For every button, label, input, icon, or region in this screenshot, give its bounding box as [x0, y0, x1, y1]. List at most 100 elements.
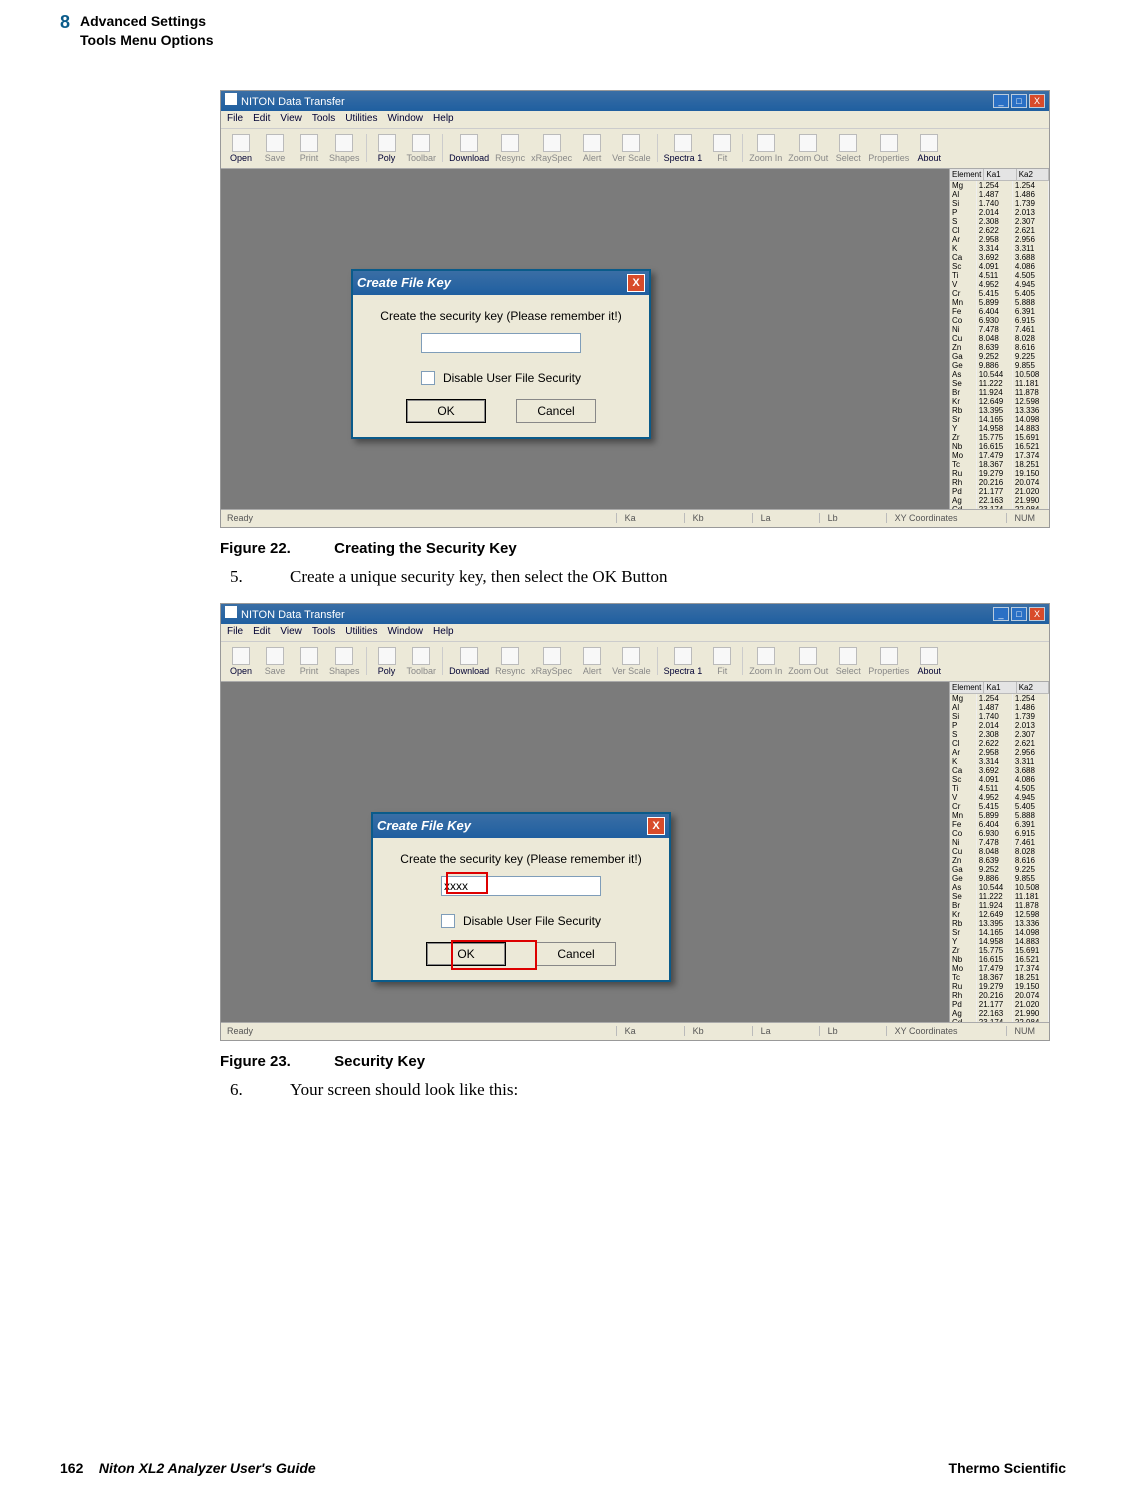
toolbar-item-print[interactable]: Print — [295, 647, 323, 676]
dialog-close-button[interactable]: X — [627, 274, 645, 292]
table-row[interactable]: Ca3.6923.688 — [950, 766, 1049, 775]
window-close-button[interactable]: X — [1029, 607, 1045, 621]
toolbar-item-properties[interactable]: Properties — [868, 647, 909, 676]
toolbar-item-shapes[interactable]: Shapes — [329, 647, 360, 676]
table-row[interactable]: Kr12.64912.598 — [950, 910, 1049, 919]
table-row[interactable]: Mo17.47917.374 — [950, 964, 1049, 973]
menu-item-help[interactable]: Help — [433, 626, 454, 639]
toolbar-item-properties[interactable]: Properties — [868, 134, 909, 163]
table-row[interactable]: Kr12.64912.598 — [950, 397, 1049, 406]
table-row[interactable]: Br11.92411.878 — [950, 901, 1049, 910]
table-row[interactable]: Ti4.5114.505 — [950, 271, 1049, 280]
table-row[interactable]: Nb16.61516.521 — [950, 442, 1049, 451]
toolbar-item-zoom-in[interactable]: Zoom In — [749, 134, 782, 163]
minimize-button[interactable]: _ — [993, 607, 1009, 621]
menu-item-view[interactable]: View — [280, 626, 302, 639]
column-header[interactable]: Element — [950, 169, 984, 180]
toolbar-item-zoom-in[interactable]: Zoom In — [749, 647, 782, 676]
toolbar-item-zoom-out[interactable]: Zoom Out — [788, 647, 828, 676]
menu-item-edit[interactable]: Edit — [253, 113, 270, 126]
table-row[interactable]: Tc18.36718.251 — [950, 460, 1049, 469]
toolbar-item-zoom-out[interactable]: Zoom Out — [788, 134, 828, 163]
menu-item-tools[interactable]: Tools — [312, 626, 335, 639]
table-row[interactable]: Cu8.0488.028 — [950, 847, 1049, 856]
table-row[interactable]: Ar2.9582.956 — [950, 235, 1049, 244]
toolbar-item-download[interactable]: Download — [449, 647, 489, 676]
minimize-button[interactable]: _ — [993, 94, 1009, 108]
toolbar-item-download[interactable]: Download — [449, 134, 489, 163]
table-row[interactable]: Mn5.8995.888 — [950, 811, 1049, 820]
disable-security-checkbox[interactable] — [421, 371, 435, 385]
table-row[interactable]: Se11.22211.181 — [950, 892, 1049, 901]
table-row[interactable]: Co6.9306.915 — [950, 316, 1049, 325]
toolbar-item-open[interactable]: Open — [227, 134, 255, 163]
table-row[interactable]: Ni7.4787.461 — [950, 838, 1049, 847]
table-row[interactable]: Tc18.36718.251 — [950, 973, 1049, 982]
table-row[interactable]: Y14.95814.883 — [950, 424, 1049, 433]
table-row[interactable]: Ag22.16321.990 — [950, 1009, 1049, 1018]
toolbar-item-toolbar[interactable]: Toolbar — [407, 647, 437, 676]
table-row[interactable]: Zn8.6398.616 — [950, 343, 1049, 352]
table-row[interactable]: Rb13.39513.336 — [950, 919, 1049, 928]
table-row[interactable]: S2.3082.307 — [950, 217, 1049, 226]
table-row[interactable]: Ga9.2529.225 — [950, 865, 1049, 874]
window-close-button[interactable]: X — [1029, 94, 1045, 108]
table-row[interactable]: Ru19.27919.150 — [950, 469, 1049, 478]
menu-item-window[interactable]: Window — [387, 113, 423, 126]
table-row[interactable]: As10.54410.508 — [950, 883, 1049, 892]
table-row[interactable]: K3.3143.311 — [950, 757, 1049, 766]
table-row[interactable]: Zn8.6398.616 — [950, 856, 1049, 865]
table-row[interactable]: Al1.4871.486 — [950, 703, 1049, 712]
toolbar-item-alert[interactable]: Alert — [578, 647, 606, 676]
toolbar-item-about[interactable]: About — [915, 134, 943, 163]
table-row[interactable]: Sr14.16514.098 — [950, 415, 1049, 424]
toolbar-item-xrayspec[interactable]: xRaySpec — [531, 647, 572, 676]
table-row[interactable]: Ca3.6923.688 — [950, 253, 1049, 262]
table-row[interactable]: Cr5.4155.405 — [950, 289, 1049, 298]
toolbar-item-print[interactable]: Print — [295, 134, 323, 163]
table-row[interactable]: Zr15.77515.691 — [950, 946, 1049, 955]
table-row[interactable]: Rb13.39513.336 — [950, 406, 1049, 415]
security-key-input[interactable] — [421, 333, 581, 353]
dialog-titlebar[interactable]: Create File Key X — [353, 271, 649, 295]
toolbar-item-open[interactable]: Open — [227, 647, 255, 676]
table-row[interactable]: P2.0142.013 — [950, 208, 1049, 217]
toolbar-item-shapes[interactable]: Shapes — [329, 134, 360, 163]
menu-item-utilities[interactable]: Utilities — [345, 626, 377, 639]
menu-item-view[interactable]: View — [280, 113, 302, 126]
table-row[interactable]: Cu8.0488.028 — [950, 334, 1049, 343]
table-row[interactable]: Ni7.4787.461 — [950, 325, 1049, 334]
table-row[interactable]: Ge9.8869.855 — [950, 874, 1049, 883]
menu-item-help[interactable]: Help — [433, 113, 454, 126]
table-row[interactable]: Sr14.16514.098 — [950, 928, 1049, 937]
ok-button[interactable]: OK — [426, 942, 506, 966]
table-row[interactable]: Mn5.8995.888 — [950, 298, 1049, 307]
maximize-button[interactable]: □ — [1011, 607, 1027, 621]
table-row[interactable]: Y14.95814.883 — [950, 937, 1049, 946]
table-row[interactable]: Cl2.6222.621 — [950, 739, 1049, 748]
toolbar-item-alert[interactable]: Alert — [578, 134, 606, 163]
table-row[interactable]: Fe6.4046.391 — [950, 820, 1049, 829]
table-row[interactable]: V4.9524.945 — [950, 280, 1049, 289]
menu-item-utilities[interactable]: Utilities — [345, 113, 377, 126]
toolbar-item-save[interactable]: Save — [261, 647, 289, 676]
column-header[interactable]: Ka2 — [1017, 169, 1049, 180]
toolbar-item-fit[interactable]: Fit — [708, 134, 736, 163]
table-row[interactable]: K3.3143.311 — [950, 244, 1049, 253]
table-row[interactable]: Se11.22211.181 — [950, 379, 1049, 388]
table-row[interactable]: S2.3082.307 — [950, 730, 1049, 739]
toolbar-item-poly[interactable]: Poly — [373, 647, 401, 676]
column-header[interactable]: Ka1 — [984, 169, 1016, 180]
table-row[interactable]: P2.0142.013 — [950, 721, 1049, 730]
table-row[interactable]: Mg1.2541.254 — [950, 694, 1049, 703]
table-row[interactable]: As10.54410.508 — [950, 370, 1049, 379]
menu-item-edit[interactable]: Edit — [253, 626, 270, 639]
toolbar-item-toolbar[interactable]: Toolbar — [407, 134, 437, 163]
table-row[interactable]: Cl2.6222.621 — [950, 226, 1049, 235]
toolbar-item-select[interactable]: Select — [834, 134, 862, 163]
table-row[interactable]: Cr5.4155.405 — [950, 802, 1049, 811]
table-row[interactable]: Nb16.61516.521 — [950, 955, 1049, 964]
toolbar-item-xrayspec[interactable]: xRaySpec — [531, 134, 572, 163]
menu-item-tools[interactable]: Tools — [312, 113, 335, 126]
menu-item-window[interactable]: Window — [387, 626, 423, 639]
